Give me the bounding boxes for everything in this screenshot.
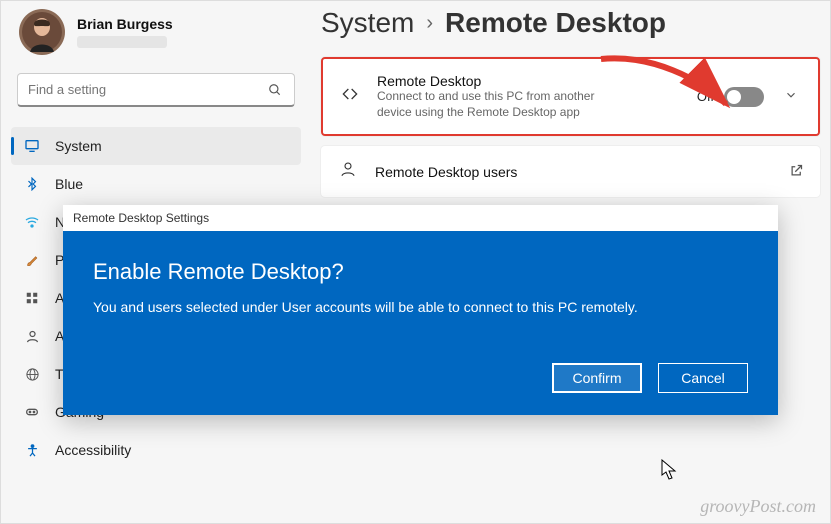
sidebar-item-label: System [55,138,102,154]
toggle-group: Off [697,87,764,107]
search-input[interactable] [28,82,266,97]
user-icon [337,160,359,183]
search-icon [266,81,284,99]
main-content: System › Remote Desktop Remote Desktop C… [321,1,820,197]
user-account-block[interactable]: Brian Burgess [11,1,301,73]
page-title: Remote Desktop [445,7,666,39]
card-body: Remote Desktop Connect to and use this P… [377,73,681,120]
confirm-button[interactable]: Confirm [552,363,642,393]
enable-remote-desktop-dialog: Remote Desktop Settings Enable Remote De… [63,205,778,415]
remote-desktop-card[interactable]: Remote Desktop Connect to and use this P… [321,57,820,136]
remote-desktop-users-card[interactable]: Remote Desktop users [321,146,820,197]
avatar [19,9,65,55]
watermark: groovyPost.com [700,496,816,517]
card-title: Remote Desktop [377,73,681,89]
remote-arrows-icon [339,84,361,109]
dialog-heading: Enable Remote Desktop? [93,259,748,285]
card-title: Remote Desktop users [375,164,773,180]
dialog-text: You and users selected under User accoun… [93,299,748,315]
sidebar-item-system[interactable]: System [11,127,301,165]
card-body: Remote Desktop users [375,164,773,180]
system-icon [23,137,41,155]
wifi-icon [23,213,41,231]
globe-icon [23,365,41,383]
toggle-label: Off [697,89,714,104]
search-box[interactable] [17,73,295,107]
gamepad-icon [23,403,41,421]
remote-desktop-toggle[interactable] [724,87,764,107]
external-link-icon[interactable] [789,163,804,181]
user-name: Brian Burgess [77,16,173,32]
sidebar-item-accessibility[interactable]: Accessibility [11,431,301,469]
card-description: Connect to and use this PC from another … [377,89,597,120]
user-email-redacted [77,36,167,48]
accounts-icon [23,327,41,345]
dialog-body: Enable Remote Desktop? You and users sel… [63,231,778,415]
breadcrumb: System › Remote Desktop [321,1,820,57]
sidebar-item-bluetooth[interactable]: Blue [11,165,301,203]
sidebar-item-label: Accessibility [55,442,131,458]
brush-icon [23,251,41,269]
user-text: Brian Burgess [77,16,173,48]
breadcrumb-parent[interactable]: System [321,7,414,39]
bluetooth-icon [23,175,41,193]
apps-icon [23,289,41,307]
chevron-right-icon: › [426,12,433,35]
chevron-down-icon[interactable] [780,88,802,105]
cancel-button[interactable]: Cancel [658,363,748,393]
dialog-button-row: Confirm Cancel [93,363,748,393]
accessibility-icon [23,441,41,459]
mouse-cursor-icon [661,459,679,481]
dialog-titlebar: Remote Desktop Settings [63,205,778,231]
sidebar-item-label: Blue [55,176,83,192]
